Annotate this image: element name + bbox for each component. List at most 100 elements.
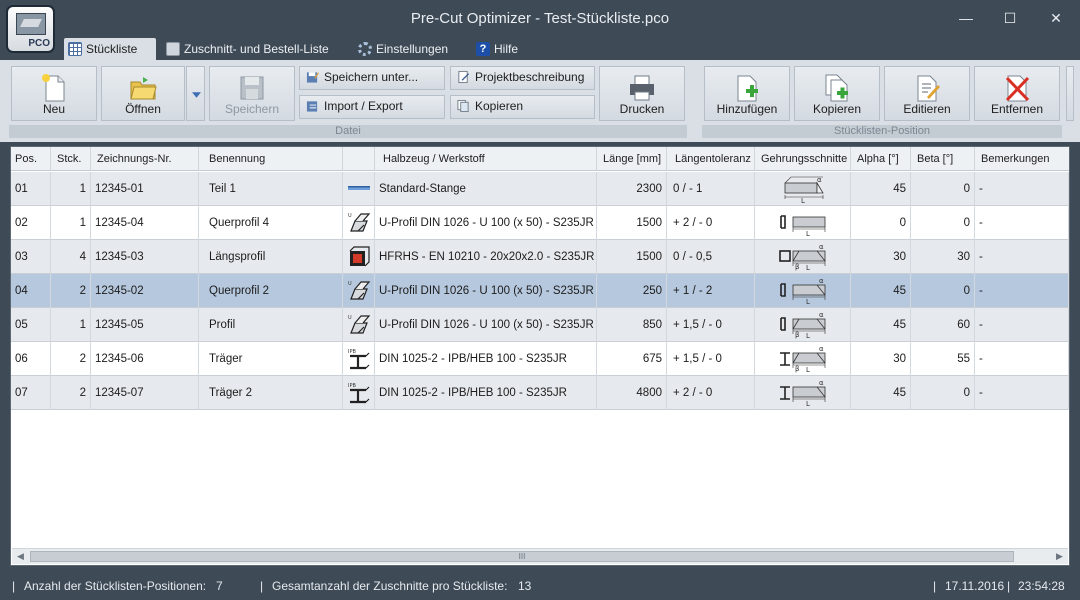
ribbon-overflow[interactable] <box>1066 66 1074 121</box>
horizontal-scrollbar[interactable]: ◀ III ▶ <box>12 548 1068 564</box>
cell-laenge: 1500 <box>597 240 667 274</box>
col-header-benennung[interactable]: Benennung <box>199 147 343 171</box>
import-export-button[interactable]: Import / Export <box>299 95 445 119</box>
scrollbar-thumb[interactable]: III <box>30 551 1014 562</box>
copy-position-button[interactable]: Kopieren <box>794 66 880 121</box>
edit-position-button[interactable]: Editieren <box>884 66 970 121</box>
close-button[interactable]: ✕ <box>1040 6 1072 30</box>
cell-laenge: 675 <box>597 342 667 376</box>
col-header-profile-type[interactable] <box>343 147 375 171</box>
status-separator: | <box>933 579 937 593</box>
save-label: Speichern <box>224 102 280 116</box>
new-button[interactable]: Neu <box>11 66 97 121</box>
cell-toleranz: 0 / - 0,5 <box>667 240 755 274</box>
menu-bar: Stückliste Zuschnitt- und Bestell-Liste … <box>0 38 1080 60</box>
col-header-pos[interactable]: Pos. <box>11 147 51 171</box>
col-header-bemerkungen[interactable]: Bemerkungen <box>975 147 1069 171</box>
edit-icon <box>917 75 940 102</box>
maximize-button[interactable]: ☐ <box>994 6 1026 30</box>
status-date: 17.11.2016 <box>945 579 1005 593</box>
new-label: Neu <box>42 102 65 116</box>
scroll-right-icon[interactable]: ▶ <box>1051 549 1068 564</box>
col-header-zeichnungsnr[interactable]: Zeichnungs-Nr. <box>91 147 199 171</box>
app-logo[interactable]: PCO <box>6 5 55 53</box>
cell-alpha: 45 <box>851 376 911 410</box>
cell-stck: 1 <box>51 206 91 240</box>
copy-file-button[interactable]: Kopieren <box>450 95 595 119</box>
table-row[interactable]: 01 1 12345-01 Teil 1 Standard-Stange 2300 0 / … <box>11 172 1069 206</box>
open-button[interactable]: Öffnen <box>101 66 185 121</box>
cell-zeichnungsnr: 12345-06 <box>91 342 199 376</box>
cell-gehrung: Lα β <box>755 342 851 376</box>
col-header-laenge[interactable]: Länge [mm] <box>597 147 667 171</box>
cell-pos: 04 <box>11 274 51 308</box>
bar-profile-icon <box>347 177 371 201</box>
title-bar: Pre-Cut Optimizer - Test-Stückliste.pco … <box>0 0 1080 38</box>
cuts-count-label: Gesamtanzahl der Zuschnitte pro Stücklis… <box>272 579 508 593</box>
col-header-gehrung[interactable]: Gehrungsschnitte <box>755 147 851 171</box>
col-header-toleranz[interactable]: Längentoleranz <box>667 147 755 171</box>
tab-einstellungen[interactable]: Einstellungen <box>354 38 464 60</box>
cuts-count-value: 13 <box>518 579 532 593</box>
copy-icon <box>457 99 469 113</box>
cell-gehrung: L <box>755 206 851 240</box>
minimize-button[interactable]: — <box>950 6 982 30</box>
scroll-left-icon[interactable]: ◀ <box>12 549 29 564</box>
mitre-cut-icon: Lα β <box>779 243 827 272</box>
tab-stueckliste[interactable]: Stückliste <box>64 38 156 60</box>
tab-zuschnitt[interactable]: Zuschnitt- und Bestell-Liste <box>162 38 348 60</box>
cell-benennung: Träger 2 <box>199 376 343 410</box>
table-row[interactable]: 06 2 12345-06 Träger IPB DIN 1025-2 - IPB/HEB… <box>11 342 1069 376</box>
col-header-halbzeug[interactable]: Halbzeug / Werkstoff <box>375 147 597 171</box>
print-button[interactable]: Drucken <box>599 66 685 121</box>
cell-halbzeug: U-Profil DIN 1026 - U 100 (x 50) - S235J… <box>375 308 597 342</box>
table-row[interactable]: 02 1 12345-04 Querprofil 4 U U-Profil DIN 102… <box>11 206 1069 240</box>
ipb-profile-icon: IPB <box>347 347 371 371</box>
help-icon: ? <box>476 42 490 56</box>
printer-icon <box>630 75 654 101</box>
copy-position-icon <box>825 74 848 102</box>
save-as-label: Speichern unter... <box>324 70 419 84</box>
document-edit-icon <box>458 70 470 84</box>
cell-halbzeug: U-Profil DIN 1026 - U 100 (x 50) - S235J… <box>375 274 597 308</box>
positions-count-value: 7 <box>216 579 223 593</box>
cell-stck: 2 <box>51 376 91 410</box>
col-header-alpha[interactable]: Alpha [°] <box>851 147 911 171</box>
save-as-button[interactable]: Speichern unter... <box>299 66 445 90</box>
tab-label: Hilfe <box>494 42 519 56</box>
status-separator: | <box>260 579 264 593</box>
save-button[interactable]: Speichern <box>209 66 295 121</box>
table-row[interactable]: 05 1 12345-05 Profil U U-Profil DIN 1026 - U … <box>11 308 1069 342</box>
cell-benennung: Profil <box>199 308 343 342</box>
cell-bemerkungen: - <box>975 376 1069 410</box>
table-row[interactable]: 04 2 12345-02 Querprofil 2 U U-Profil DIN 102… <box>11 274 1069 308</box>
cell-zeichnungsnr: 12345-02 <box>91 274 199 308</box>
remove-position-label: Entfernen <box>990 102 1044 116</box>
svg-text:α: α <box>819 311 824 319</box>
cell-pos: 02 <box>11 206 51 240</box>
cell-profile-type: U <box>343 206 375 240</box>
col-header-stck[interactable]: Stck. <box>51 147 91 171</box>
add-position-button[interactable]: Hinzufügen <box>704 66 790 121</box>
group-label-position: Stücklisten-Position <box>702 125 1062 138</box>
project-description-button[interactable]: Projektbeschreibung <box>450 66 595 90</box>
copy-file-label: Kopieren <box>475 99 524 113</box>
tab-hilfe[interactable]: ? Hilfe <box>472 38 532 60</box>
col-header-beta[interactable]: Beta [°] <box>911 147 975 171</box>
cell-bemerkungen: - <box>975 342 1069 376</box>
cell-alpha: 30 <box>851 342 911 376</box>
cell-laenge: 4800 <box>597 376 667 410</box>
cell-stck: 2 <box>51 342 91 376</box>
cell-benennung: Träger <box>199 342 343 376</box>
table-row[interactable]: 07 2 12345-07 Träger 2 IPB DIN 1025-2 - IPB/H… <box>11 376 1069 410</box>
cell-profile-type: U <box>343 308 375 342</box>
table-icon <box>68 42 82 56</box>
open-dropdown-button[interactable] <box>186 66 205 121</box>
cell-bemerkungen: - <box>975 206 1069 240</box>
table-row[interactable]: 03 4 12345-03 Längsprofil HFRHS - EN 10210 -… <box>11 240 1069 274</box>
copy-position-label: Kopieren <box>812 102 862 116</box>
svg-text:β: β <box>795 263 799 271</box>
remove-position-button[interactable]: Entfernen <box>974 66 1060 121</box>
cell-beta: 0 <box>911 274 975 308</box>
cell-gehrung: Lα <box>755 376 851 410</box>
